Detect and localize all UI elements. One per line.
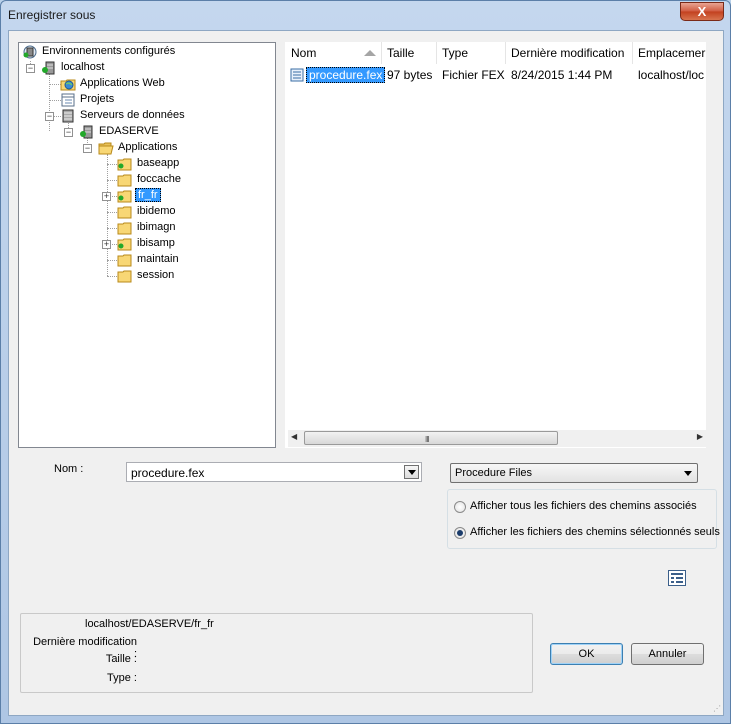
sort-ascending-icon [364,50,376,56]
column-header-name[interactable]: Nom [291,46,316,60]
folder-icon [117,222,132,235]
cancel-button[interactable]: Annuler [631,643,704,665]
file-type-select[interactable]: Procedure Files [450,463,698,483]
tree-item-label: maintain [137,253,179,265]
server-icon [42,61,55,75]
tree-item-label: Applications [118,141,178,153]
fex-file-icon [290,68,304,82]
path-filter-group: Afficher tous les fichiers des chemins a… [447,489,720,549]
column-header-location[interactable]: Emplacemer [638,46,706,60]
database-server-icon [62,109,74,123]
save-as-dialog: Enregistrer sous X Environnements config… [0,0,731,724]
radio-button-checked[interactable] [454,527,466,539]
folder-icon [117,270,132,283]
dialog-client: Environnements configurés − localhost Ap… [8,30,724,716]
tree-item-label: Environnements configurés [42,45,176,57]
collapse-icon[interactable]: − [26,64,35,73]
list-header: Nom Taille Type Dernière modification Em… [285,42,706,64]
tree-item-label: fr_fr [135,188,161,202]
scroll-grip: III [425,435,430,444]
table-row[interactable]: procedure.fex 97 bytes Fichier FEX 8/24/… [285,66,706,84]
app-folder-icon [117,238,132,251]
expand-icon[interactable]: + [102,192,111,201]
folder-icon [117,174,132,187]
scroll-left-icon[interactable]: ◀ [291,432,297,441]
tree-item-label: ibisamp [137,237,175,249]
radio-label: Afficher tous les fichiers des chemins a… [470,500,697,512]
tree-item-label: foccache [137,173,182,185]
column-header-modified[interactable]: Dernière modification [511,46,624,60]
globe-folder-icon [60,79,76,91]
file-list[interactable]: Nom Taille Type Dernière modification Em… [285,42,706,448]
tree-item-label: ibimagn [137,221,176,233]
radio-label: Afficher les fichiers des chemins sélect… [470,526,720,538]
file-type-cell: Fichier FEX [442,68,505,82]
column-header-type[interactable]: Type [442,46,468,60]
resize-grip-icon[interactable]: ⋰ [713,704,721,713]
collapse-icon[interactable]: − [64,128,73,137]
folder-icon [117,206,132,219]
column-header-size[interactable]: Taille [387,46,414,60]
app-folder-icon [117,190,132,203]
tree-item-label: session [137,269,175,281]
size-label: Taille : [105,653,137,665]
radio-button[interactable] [454,501,466,513]
ok-button[interactable]: OK [550,643,623,665]
collapse-icon[interactable]: − [45,112,54,121]
projects-icon [61,93,75,107]
title-bar[interactable]: Enregistrer sous X [1,1,730,29]
expand-icon[interactable]: + [102,240,111,249]
file-name-cell: procedure.fex [306,67,386,83]
file-name-value: procedure.fex [131,466,205,480]
tree-item-label: baseapp [137,157,180,169]
details-view-icon[interactable] [668,570,686,586]
tree-item-label: EDASERVE [99,125,159,137]
scrollbar-thumb[interactable]: III [304,431,558,445]
tree-item-label: ibidemo [137,205,176,217]
server-icon [80,125,93,139]
close-button[interactable]: X [680,2,724,21]
open-folder-icon [98,142,114,155]
file-info-panel: localhost/EDASERVE/fr_fr Dernière modifi… [20,613,533,693]
chevron-down-icon[interactable] [404,465,419,479]
horizontal-scrollbar[interactable]: ◀ III ▶ [288,430,706,447]
app-folder-icon [117,158,132,171]
type-label: Type : [107,672,137,684]
folder-tree[interactable]: Environnements configurés − localhost Ap… [18,42,276,448]
dialog-title: Enregistrer sous [8,8,96,22]
server-group-icon [23,45,37,59]
current-path: localhost/EDASERVE/fr_fr [85,618,214,630]
file-size-cell: 97 bytes [387,68,433,82]
tree-item-label: localhost [61,61,105,73]
name-label: Nom : [54,463,84,475]
tree-item-label: Serveurs de données [80,109,185,121]
tree-item-label: Applications Web [80,77,165,89]
file-modified-cell: 8/24/2015 1:44 PM [511,68,613,82]
scroll-right-icon[interactable]: ▶ [697,432,703,441]
file-location-cell: localhost/loc [638,68,705,82]
file-name-input[interactable]: procedure.fex [126,462,422,482]
chevron-down-icon [684,471,692,476]
collapse-icon[interactable]: − [83,144,92,153]
tree-item-label: Projets [80,93,115,105]
folder-icon [117,254,132,267]
file-type-value: Procedure Files [455,467,533,479]
